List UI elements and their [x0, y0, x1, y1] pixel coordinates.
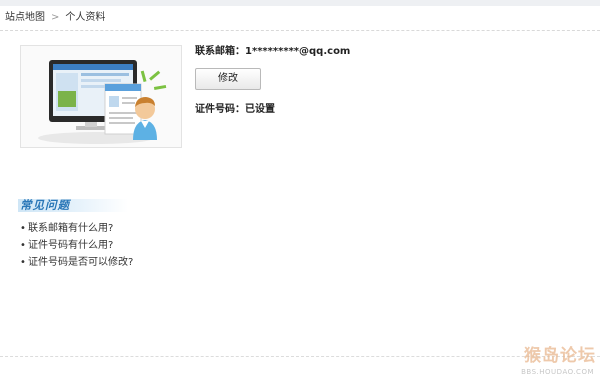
- watermark: 猴岛论坛 BBS.HOUDAO.COM: [505, 345, 600, 381]
- faq-item-email-usage[interactable]: • 联系邮箱有什么用?: [20, 220, 133, 237]
- breadcrumb-home-link[interactable]: 站点地图: [5, 6, 45, 30]
- faq-title: 常见问题: [20, 198, 70, 212]
- faq-item-text: 证件号码有什么用?: [28, 240, 114, 251]
- email-row: 联系邮箱：1*********@qq.com: [195, 44, 350, 60]
- faq-item-text: 联系邮箱有什么用?: [28, 223, 114, 234]
- bullet-icon: •: [20, 240, 26, 251]
- faq-item-id-editable[interactable]: • 证件号码是否可以修改?: [20, 254, 133, 271]
- id-status: 已设置: [245, 104, 275, 115]
- breadcrumb: 站点地图 > 个人资料: [0, 6, 600, 31]
- email-value: 1*********@qq.com: [245, 46, 351, 57]
- bullet-icon: •: [20, 257, 26, 268]
- breadcrumb-current: 个人资料: [65, 12, 106, 23]
- id-label: 证件号码：: [195, 104, 245, 115]
- edit-email-button[interactable]: 修改: [195, 68, 261, 90]
- faq-section-header: 常见问题: [18, 196, 128, 214]
- chevron-right-icon: >: [51, 12, 60, 23]
- faq-item-id-usage[interactable]: • 证件号码有什么用?: [20, 237, 133, 254]
- watermark-logo: 猴岛论坛: [524, 346, 596, 366]
- faq-list: • 联系邮箱有什么用? • 证件号码有什么用? • 证件号码是否可以修改?: [20, 220, 133, 271]
- email-label: 联系邮箱：: [195, 46, 245, 57]
- profile-illustration: [20, 45, 182, 148]
- faq-item-text: 证件号码是否可以修改?: [28, 257, 134, 268]
- watermark-url: BBS.HOUDAO.COM: [521, 368, 594, 376]
- bullet-icon: •: [20, 223, 26, 234]
- profile-info: 联系邮箱：1*********@qq.com: [195, 44, 350, 60]
- id-row: 证件号码：已设置: [195, 102, 275, 118]
